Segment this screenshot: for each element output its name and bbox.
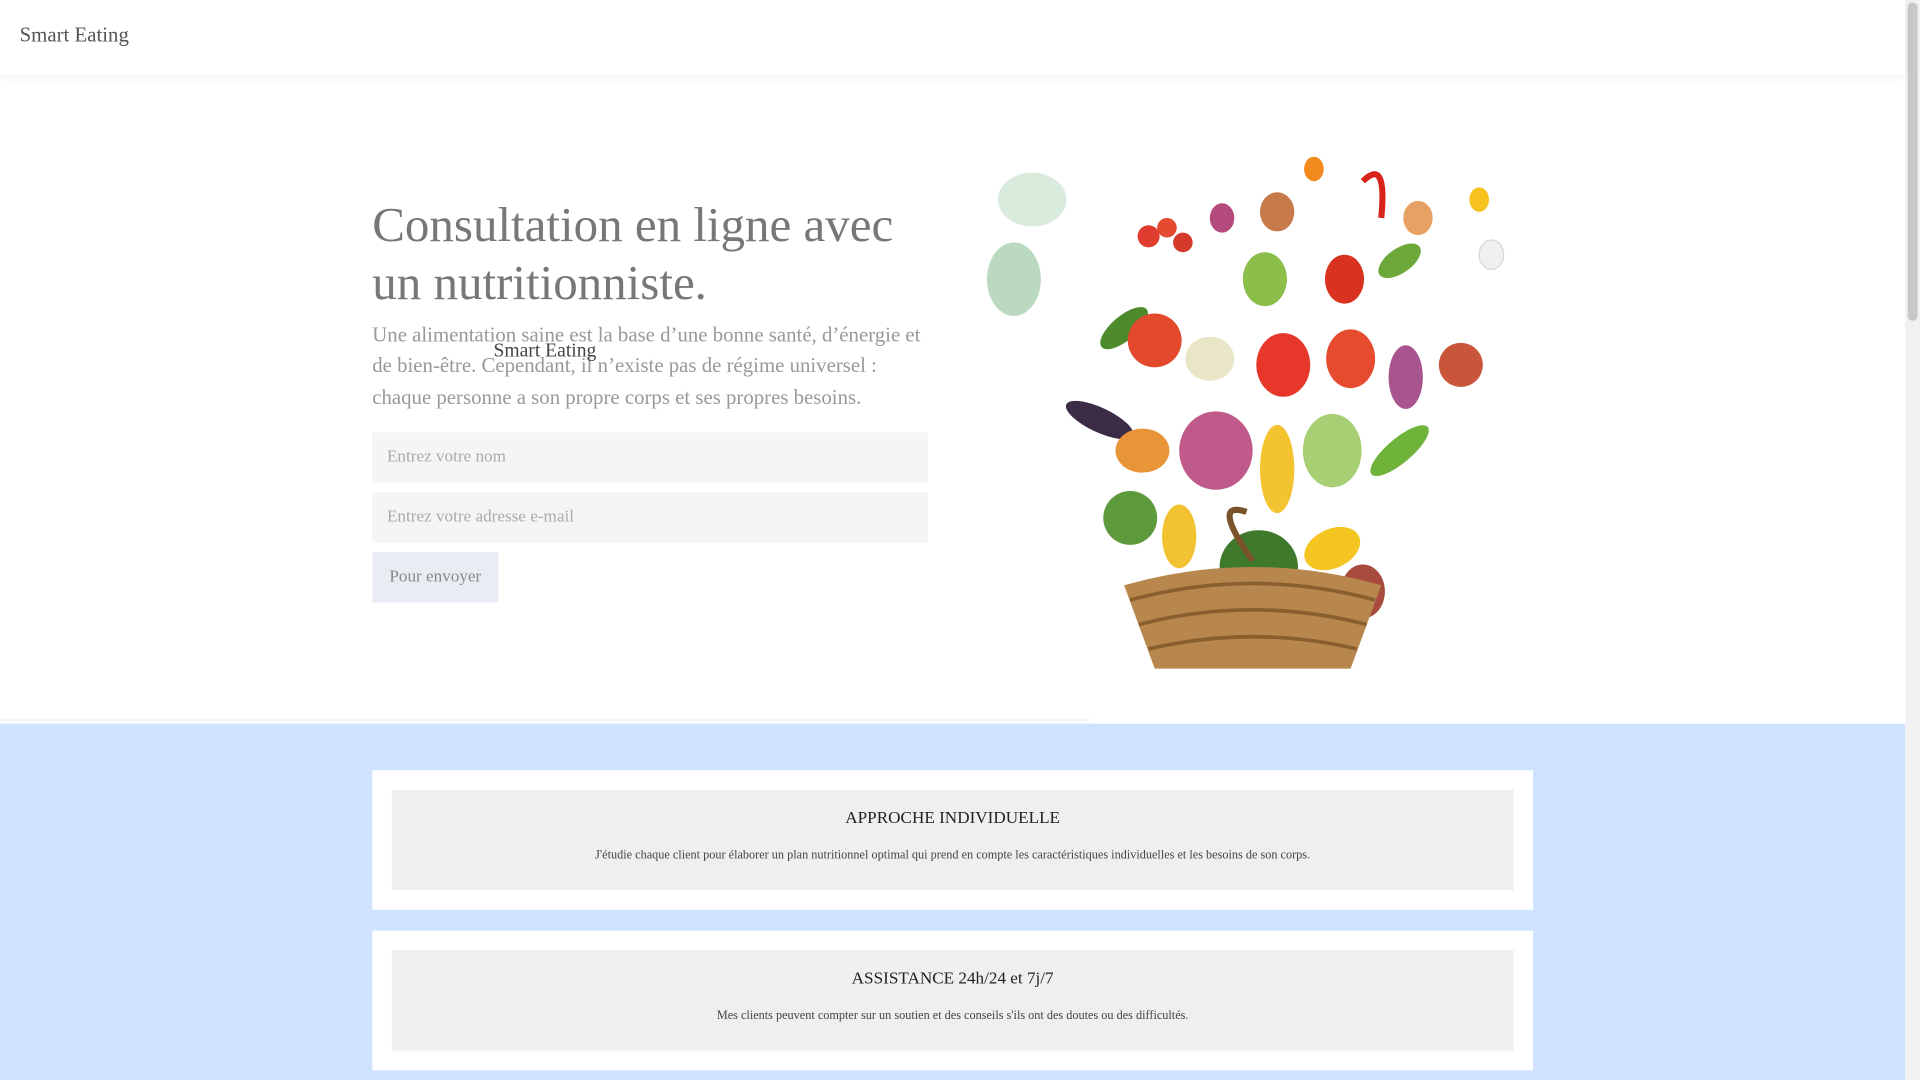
overlay-brand-text: Smart Eating [493, 340, 597, 362]
name-input[interactable] [372, 432, 929, 483]
feature-card: APPROCHE INDIVIDUELLE J'étudie chaque cl… [372, 770, 1534, 910]
submit-button[interactable]: Pour envoyer [372, 552, 499, 603]
brand-link[interactable]: Smart Eating [20, 23, 129, 47]
hero-section [0, 74, 1906, 724]
feature-card: ASSISTANCE 24h/24 et 7j/7 Mes clients pe… [372, 930, 1534, 1071]
features-section: APPROCHE INDIVIDUELLE J'étudie chaque cl… [0, 723, 1906, 1080]
vegetable-basket-illustration [986, 156, 1505, 669]
scrollbar-thumb[interactable] [1907, 2, 1918, 321]
feature-text: Mes clients peuvent compter sur un souti… [716, 1008, 1189, 1023]
feature-card-inner: APPROCHE INDIVIDUELLE J'étudie chaque cl… [391, 789, 1514, 891]
navbar: Smart Eating [0, 0, 1906, 75]
feature-text: J'étudie chaque client pour élaborer un … [595, 848, 1311, 863]
hero-headline: Consultation en ligne avec un nutritionn… [372, 197, 894, 310]
stage: Smart Eating Consultation en ligne avec … [0, 0, 1920, 1080]
feature-title: ASSISTANCE 24h/24 et 7j/7 [851, 969, 1054, 989]
feature-card-inner: ASSISTANCE 24h/24 et 7j/7 Mes clients pe… [391, 950, 1514, 1051]
page-scrollbar[interactable] [1905, 0, 1920, 1080]
email-input[interactable] [372, 492, 929, 543]
page: Smart Eating Consultation en ligne avec … [0, 0, 1920, 1080]
hero-lead: Une alimentation saine est la base d’une… [372, 323, 921, 409]
feature-title: APPROCHE INDIVIDUELLE [845, 809, 1061, 828]
